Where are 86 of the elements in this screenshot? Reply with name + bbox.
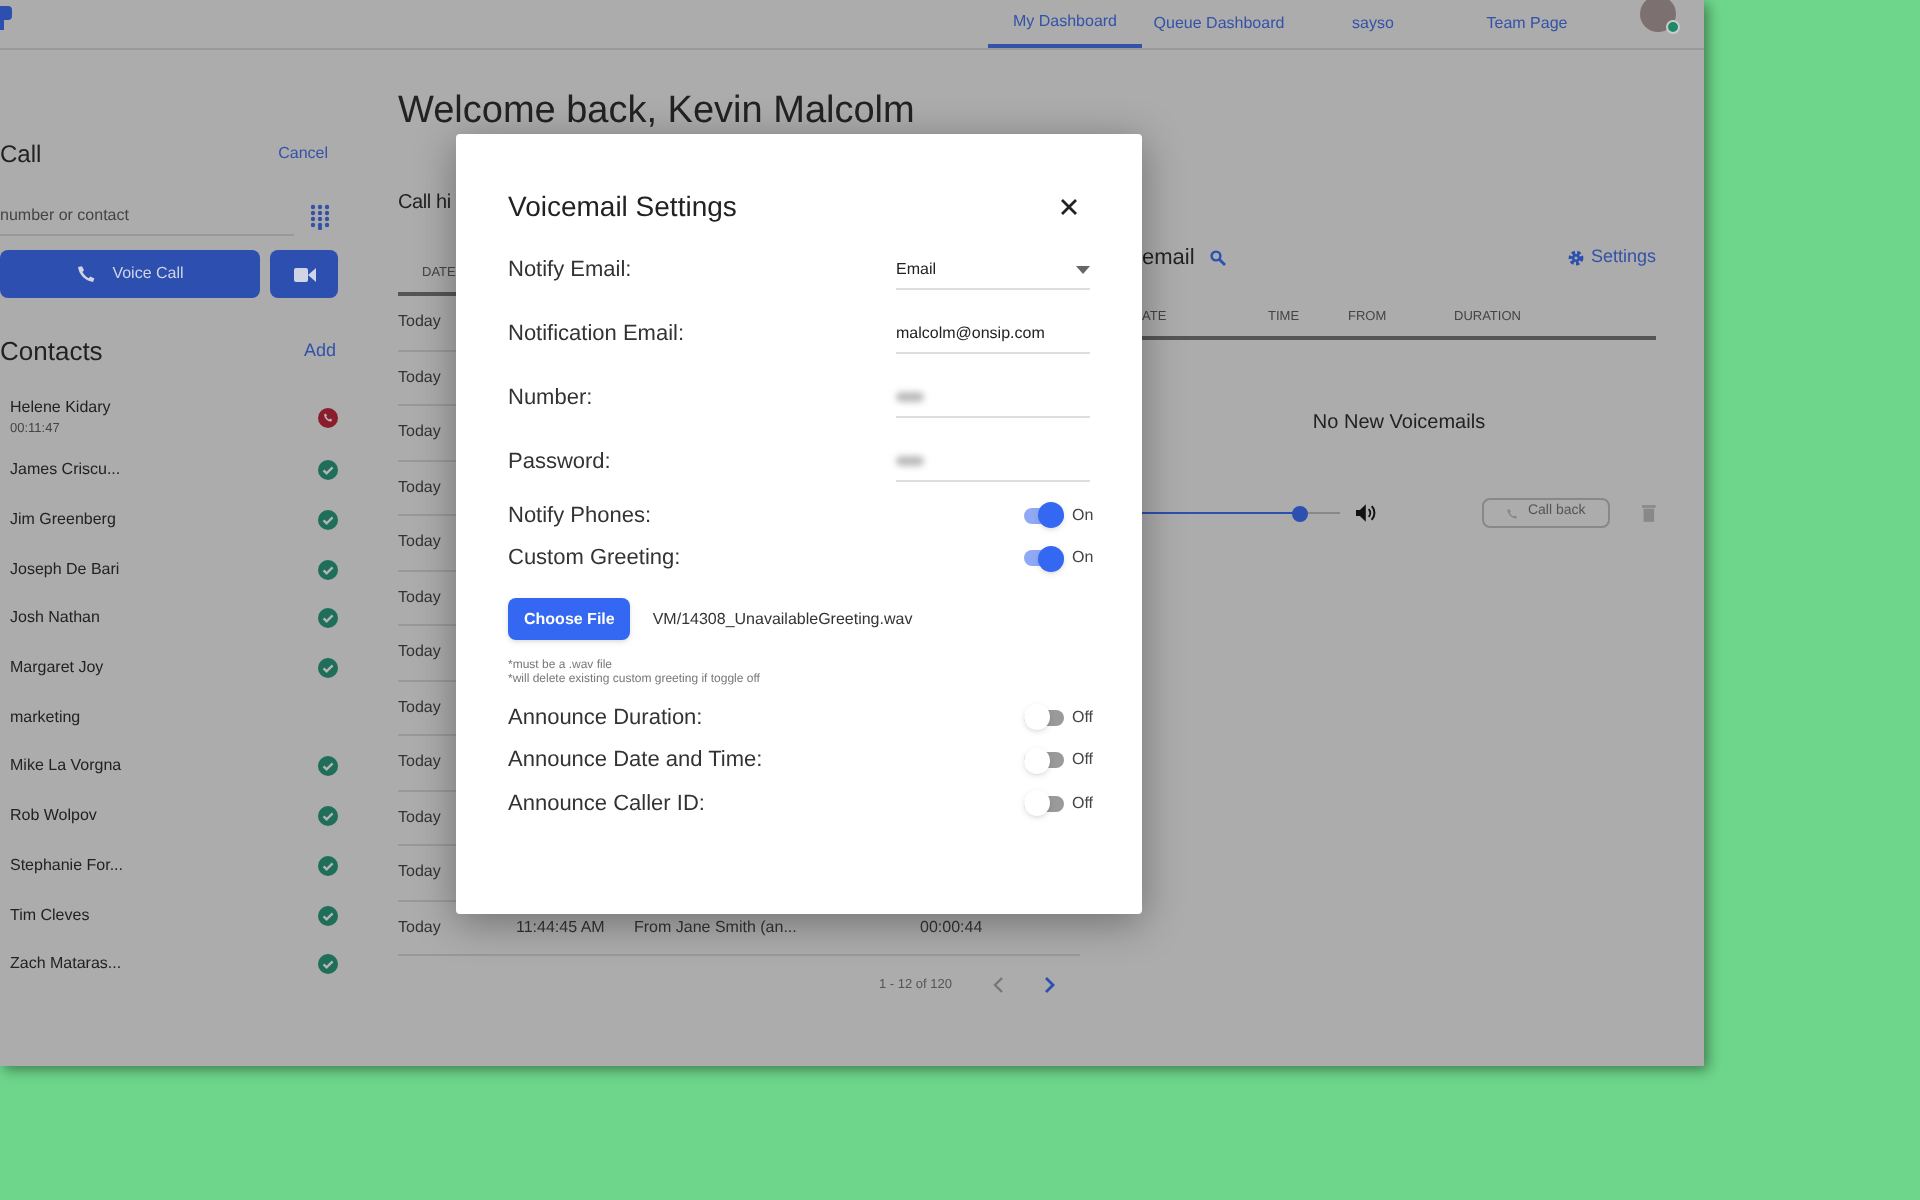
- table-cell-text: Today: [398, 530, 443, 555]
- blurred-value: [896, 456, 924, 466]
- check-icon: [318, 905, 338, 926]
- section-title: Contacts: [0, 334, 103, 371]
- check-icon: [318, 855, 338, 876]
- toggle-state: On: [1072, 503, 1094, 528]
- table-cell-text: Today: [398, 585, 443, 610]
- panel-title: Call: [0, 138, 42, 172]
- phone-icon: [318, 408, 338, 428]
- table-cell-text: Today: [398, 915, 443, 940]
- section-title: email: [1142, 243, 1195, 274]
- chevron-left-icon[interactable]: [992, 976, 1004, 995]
- toggle-switch[interactable]: [1024, 790, 1064, 817]
- contact-name[interactable]: Mike La Vorgna: [10, 754, 122, 779]
- check-icon: [318, 510, 338, 531]
- phone-icon: [1505, 507, 1518, 519]
- toggle-switch[interactable]: [1024, 704, 1064, 731]
- toggle-state: Off: [1072, 791, 1094, 816]
- table-cell-text: Today: [398, 860, 443, 885]
- contact-name[interactable]: Jim Greenberg: [10, 508, 116, 533]
- field-label: Number:: [508, 383, 593, 414]
- chevron-right-icon[interactable]: [1044, 976, 1056, 995]
- toggle-switch[interactable]: [1024, 545, 1064, 572]
- input-field[interactable]: malcolm@onsip.com: [896, 314, 1090, 354]
- table-cell-text: Today: [398, 805, 443, 830]
- contact-name[interactable]: Helene Kidary: [10, 396, 111, 421]
- select-field[interactable]: Email: [896, 250, 1090, 290]
- audio-slider[interactable]: [1142, 503, 1340, 523]
- toggle-state: On: [1072, 546, 1094, 571]
- contact-name[interactable]: Josh Nathan: [10, 606, 100, 631]
- field-label: Password:: [508, 447, 611, 478]
- avatar[interactable]: [1640, 0, 1676, 32]
- contact-name[interactable]: Rob Wolpov: [10, 804, 97, 829]
- voice-call-button[interactable]: Voice Call: [0, 250, 260, 298]
- contact-name[interactable]: Tim Cleves: [10, 903, 90, 928]
- setting-label: Notify Phones:: [508, 501, 652, 531]
- check-icon: [318, 658, 338, 679]
- toggle-state: Off: [1072, 705, 1094, 730]
- table-cell-text: 11:44:45 AM: [516, 915, 607, 940]
- blurred-value: [896, 392, 924, 402]
- check-icon: [318, 559, 338, 580]
- setting-label: Announce Date and Time:: [508, 746, 763, 776]
- table-cell-text: Today: [398, 365, 443, 390]
- logo-icon: [0, 6, 12, 30]
- volume-icon[interactable]: [1355, 504, 1376, 522]
- file-name: VM/14308_UnavailableGreeting.wav: [652, 607, 913, 631]
- table-cell-text: Today: [398, 420, 443, 445]
- toggle-state: Off: [1072, 748, 1094, 773]
- dialpad-icon[interactable]: [310, 203, 330, 229]
- table-cell-text: From Jane Smith (an...: [634, 915, 799, 940]
- setting-label: Announce Caller ID:: [508, 789, 705, 819]
- search-icon[interactable]: [1210, 250, 1227, 266]
- contact-name[interactable]: Zach Mataras...: [10, 952, 122, 977]
- toggle-switch[interactable]: [1024, 747, 1064, 774]
- welcome-heading: Welcome back, Kevin Malcolm: [398, 92, 917, 132]
- contact-name[interactable]: marketing: [10, 705, 81, 730]
- setting-label: Custom Greeting:: [508, 544, 681, 574]
- check-icon: [318, 460, 338, 481]
- choose-file-button[interactable]: Choose File: [508, 598, 631, 640]
- caret-icon: [1076, 265, 1090, 273]
- contact-name[interactable]: Joseph De Bari: [10, 557, 120, 582]
- slider-thumb[interactable]: [1292, 505, 1309, 521]
- check-icon: [318, 608, 338, 629]
- contact-name[interactable]: Margaret Joy: [10, 656, 104, 681]
- phone-icon: [76, 264, 97, 284]
- video-call-button[interactable]: [270, 250, 338, 298]
- table-cell-text: Today: [398, 695, 443, 720]
- contact-name[interactable]: Stephanie For...: [10, 853, 123, 878]
- video-camera-icon: [293, 267, 315, 281]
- dialog-title: Voicemail Settings: [508, 187, 737, 226]
- section-title: Call hi: [398, 190, 451, 216]
- field-label: Notification Email:: [508, 319, 685, 350]
- online-badge: [1666, 20, 1680, 34]
- search-field[interactable]: number or contact: [0, 196, 294, 236]
- setting-label: Announce Duration:: [508, 703, 703, 733]
- empty-message: No New Voicemails: [1310, 410, 1488, 438]
- check-icon: [318, 756, 338, 777]
- close-icon[interactable]: [1060, 197, 1078, 215]
- field-label: Notify Email:: [508, 255, 632, 286]
- table-cell: 00:00:44: [920, 915, 983, 940]
- contact-name[interactable]: James Criscu...: [10, 458, 121, 483]
- gear-icon: [1568, 250, 1585, 266]
- table-cell-text: Today: [398, 475, 443, 500]
- toggle-switch[interactable]: [1024, 502, 1064, 529]
- check-icon: [318, 954, 338, 975]
- check-icon: [318, 806, 338, 827]
